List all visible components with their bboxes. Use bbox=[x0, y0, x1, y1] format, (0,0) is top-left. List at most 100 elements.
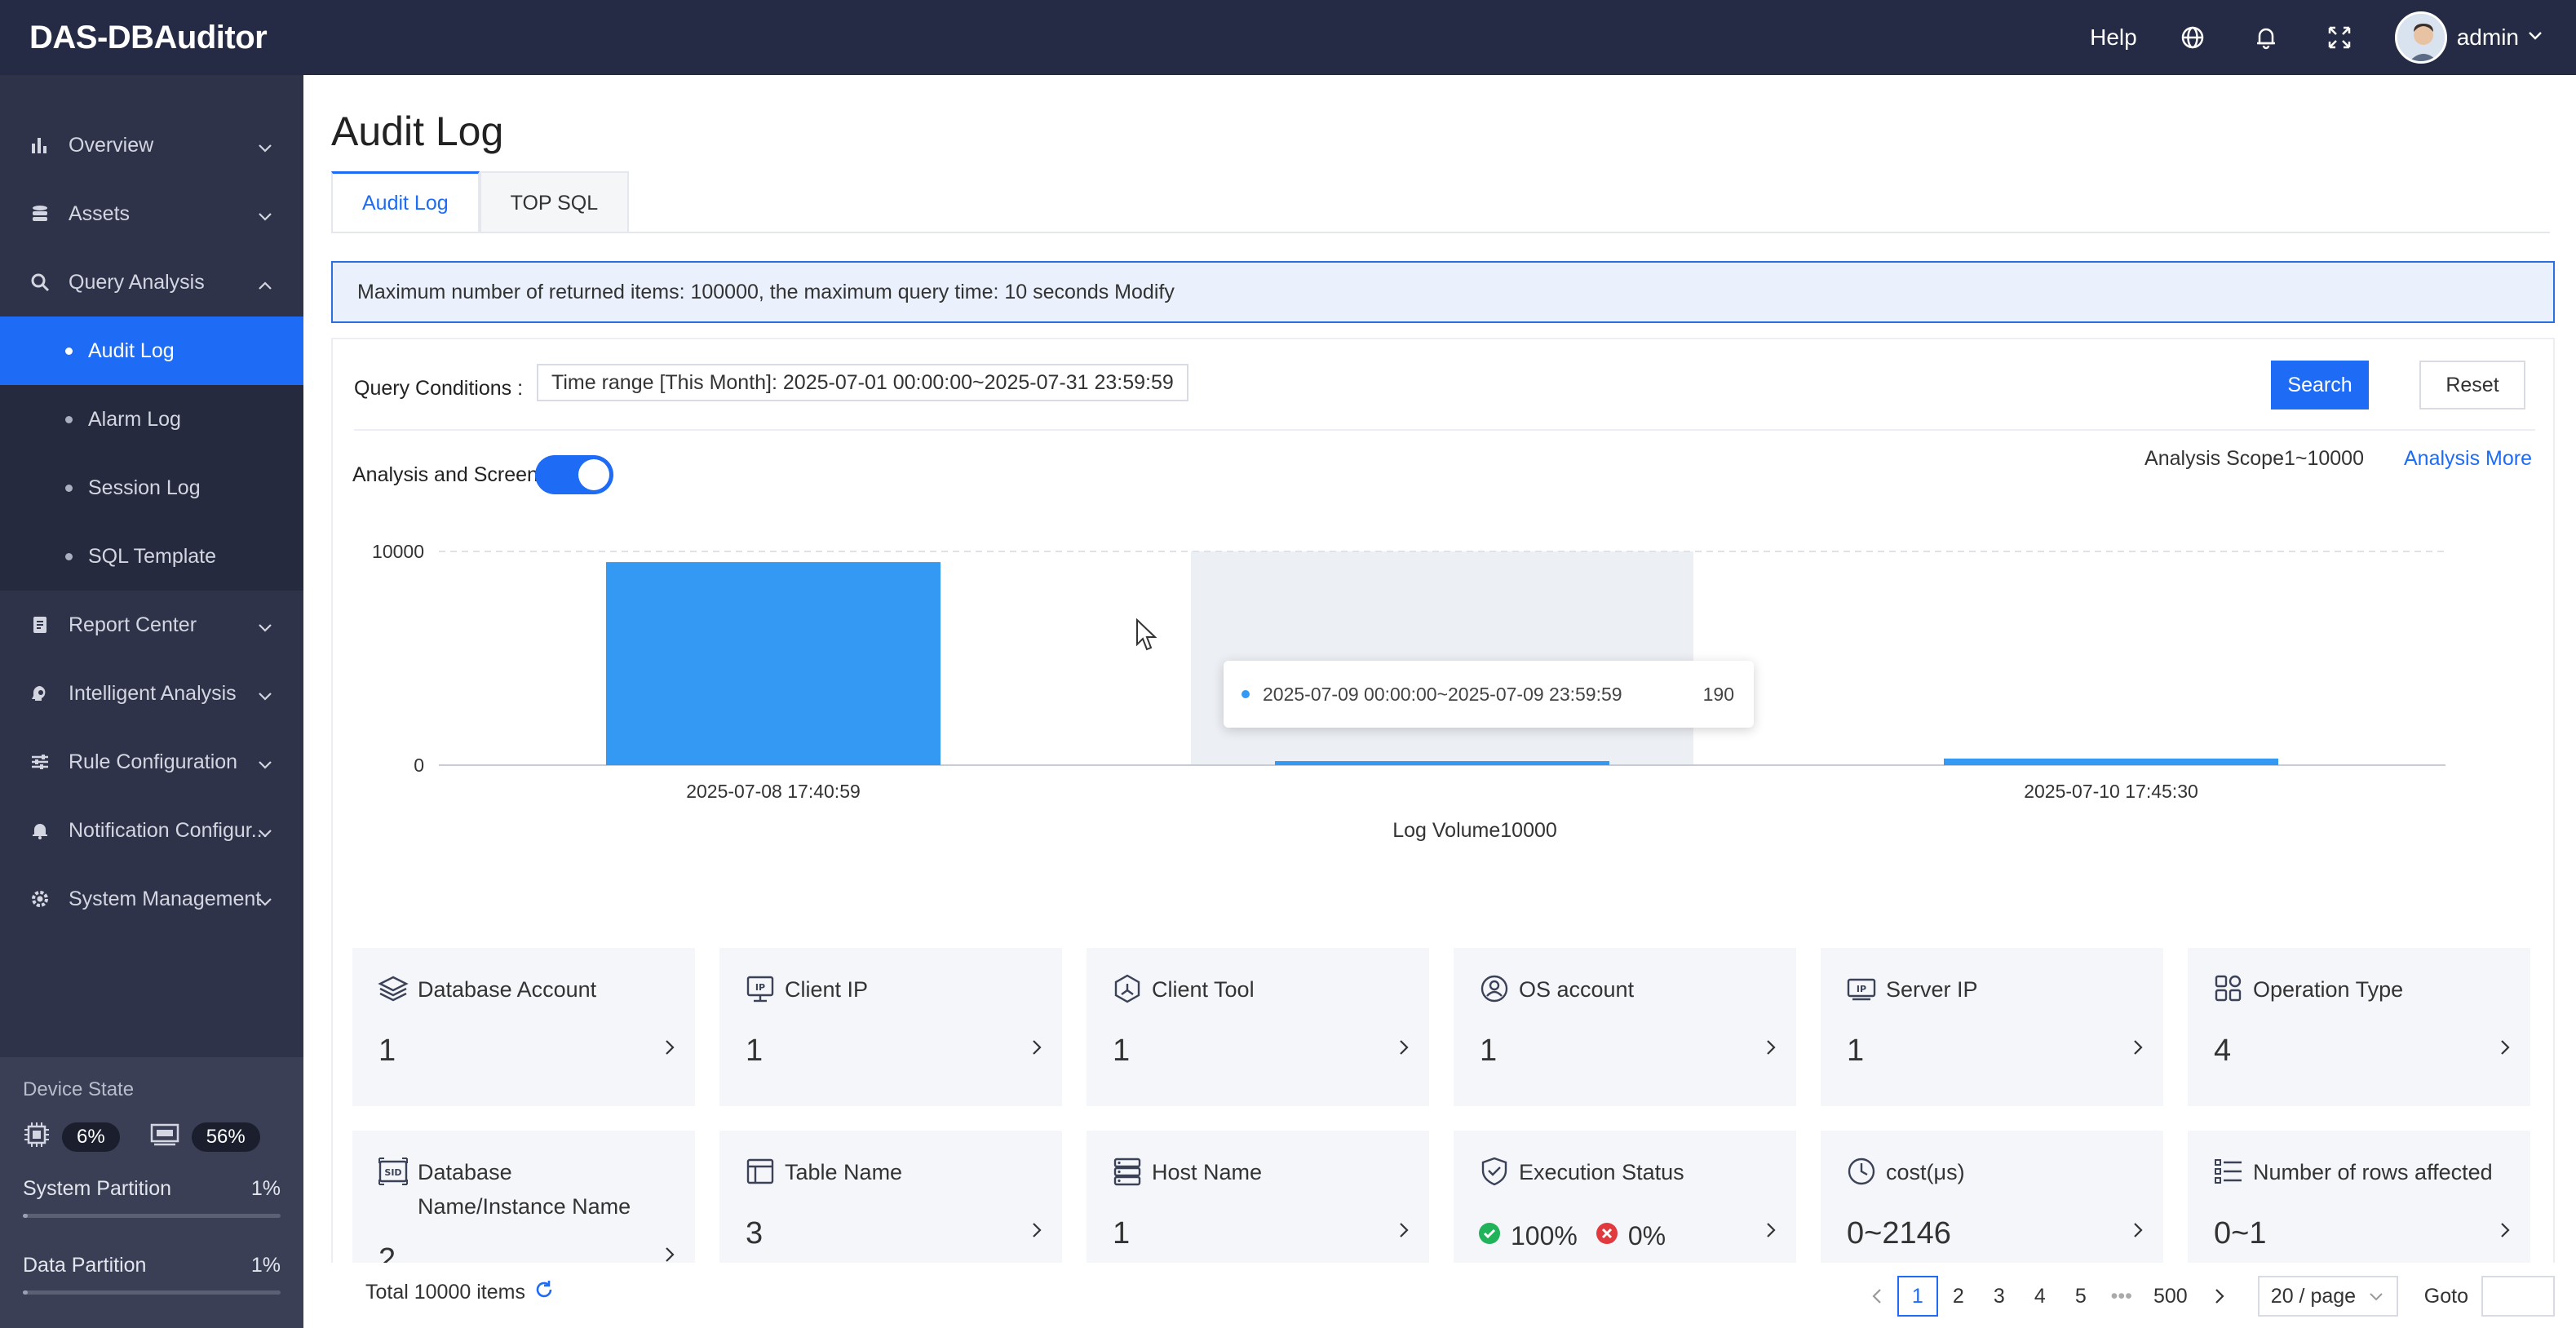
card-title: Number of rows affected bbox=[2253, 1160, 2493, 1184]
time-range-condition[interactable]: Time range [This Month]: 2025-07-01 00:0… bbox=[537, 364, 1188, 401]
cpu-chip-icon bbox=[23, 1121, 51, 1153]
sidebar-item-system-management[interactable]: System Management bbox=[0, 865, 303, 933]
page-ellipsis[interactable]: ••• bbox=[2101, 1276, 2142, 1317]
sidebar-item-notification-configuration[interactable]: Notification Configur... bbox=[0, 796, 303, 865]
chart-x-tick-label: 2025-07-10 17:45:30 bbox=[2024, 781, 2198, 802]
chevron-right-icon[interactable] bbox=[2132, 1221, 2144, 1243]
analysis-more-link[interactable]: Analysis More bbox=[2404, 447, 2532, 471]
chevron-right-icon[interactable] bbox=[1765, 1038, 1777, 1060]
page-4[interactable]: 4 bbox=[2020, 1276, 2060, 1317]
sid-icon: SID bbox=[377, 1155, 409, 1188]
reset-button[interactable]: Reset bbox=[2419, 361, 2525, 409]
pager: 1 2 3 4 5 ••• 500 20 / page Goto bbox=[1857, 1276, 2555, 1317]
globe-icon[interactable] bbox=[2175, 20, 2211, 55]
bell-icon[interactable] bbox=[2248, 20, 2284, 55]
chart-x-axis-label: Log Volume10000 bbox=[1392, 819, 1557, 842]
sidebar-item-intelligent-analysis[interactable]: Intelligent Analysis bbox=[0, 659, 303, 728]
tool-hexagon-icon bbox=[1111, 972, 1144, 1005]
sidebar-item-rule-configuration[interactable]: Rule Configuration bbox=[0, 728, 303, 796]
card-title: Table Name bbox=[785, 1160, 903, 1184]
next-page-icon[interactable] bbox=[2199, 1276, 2240, 1317]
page-3[interactable]: 3 bbox=[1979, 1276, 2020, 1317]
sidebar-item-assets[interactable]: Assets bbox=[0, 179, 303, 248]
page-size-select[interactable]: 20 / page bbox=[2257, 1276, 2398, 1317]
page-1[interactable]: 1 bbox=[1897, 1276, 1938, 1317]
chevron-down-icon bbox=[258, 752, 272, 776]
chevron-right-icon[interactable] bbox=[2499, 1038, 2511, 1060]
tab-audit-log[interactable]: Audit Log bbox=[331, 171, 480, 233]
card-title: Execution Status bbox=[1519, 1160, 1684, 1184]
list-rows-icon bbox=[2212, 1155, 2245, 1188]
tooltip-range: 2025-07-09 00:00:00~2025-07-09 23:59:59 bbox=[1263, 683, 1622, 705]
chevron-down-icon bbox=[258, 135, 272, 159]
card-title: cost(μs) bbox=[1886, 1160, 1965, 1184]
card-value: 3 bbox=[746, 1216, 764, 1251]
sidebar-item-overview[interactable]: Overview bbox=[0, 111, 303, 179]
analysis-scope: Analysis Scope1~10000 bbox=[2144, 447, 2364, 470]
fail-x-icon bbox=[1596, 1221, 1618, 1251]
user-name[interactable]: admin bbox=[2457, 24, 2519, 51]
chevron-right-icon[interactable] bbox=[1398, 1038, 1410, 1060]
data-partition-label: Data Partition bbox=[23, 1254, 147, 1277]
card-client-tool[interactable]: Client Tool 1 bbox=[1087, 948, 1429, 1106]
card-os-account[interactable]: OS account 1 bbox=[1454, 948, 1796, 1106]
tooltip-value: 190 bbox=[1702, 683, 1734, 705]
sidebar-item-sql-template[interactable]: SQL Template bbox=[0, 522, 303, 591]
query-conditions-label: Query Conditions : bbox=[354, 377, 524, 400]
page-size-value: 20 / page bbox=[2270, 1284, 2357, 1308]
page-5[interactable]: 5 bbox=[2060, 1276, 2101, 1317]
card-client-ip[interactable]: IP Client IP 1 bbox=[719, 948, 1062, 1106]
refresh-icon[interactable] bbox=[533, 1279, 555, 1306]
chevron-right-icon[interactable] bbox=[1031, 1038, 1042, 1060]
chart-bar bbox=[1944, 758, 2278, 765]
app-logo[interactable]: DAS-DBAuditor bbox=[29, 20, 268, 56]
chevron-down-icon[interactable] bbox=[2527, 30, 2543, 46]
divider bbox=[354, 429, 2535, 431]
limit-notice-text[interactable]: Maximum number of returned items: 100000… bbox=[357, 281, 1175, 304]
sidebar-item-label: Assets bbox=[69, 201, 131, 225]
card-title: Database Account bbox=[418, 977, 597, 1002]
search-button[interactable]: Search bbox=[2271, 361, 2369, 409]
tab-bar: Audit Log TOP SQL bbox=[331, 171, 630, 233]
avatar[interactable] bbox=[2394, 11, 2447, 64]
card-database-account[interactable]: Database Account 1 bbox=[352, 948, 695, 1106]
page-last[interactable]: 500 bbox=[2142, 1276, 2199, 1317]
execution-status-values: 100% 0% bbox=[1478, 1221, 1666, 1251]
page-2[interactable]: 2 bbox=[1938, 1276, 1979, 1317]
chevron-right-icon[interactable] bbox=[1031, 1221, 1042, 1243]
chevron-right-icon[interactable] bbox=[2499, 1221, 2511, 1243]
sidebar-item-session-log[interactable]: Session Log bbox=[0, 454, 303, 522]
brain-icon bbox=[29, 683, 51, 704]
clock-icon bbox=[1845, 1155, 1878, 1188]
tooltip-series-dot bbox=[1242, 690, 1250, 698]
sliders-icon bbox=[29, 751, 51, 772]
prev-page-icon[interactable] bbox=[1857, 1276, 1897, 1317]
help-link[interactable]: Help bbox=[2090, 24, 2137, 51]
fullscreen-icon[interactable] bbox=[2321, 20, 2357, 55]
sidebar-item-alarm-log[interactable]: Alarm Log bbox=[0, 385, 303, 454]
data-partition-bar bbox=[23, 1290, 281, 1295]
sidebar-item-label: Audit Log bbox=[88, 339, 175, 362]
card-value: 1 bbox=[1113, 1034, 1131, 1068]
card-value: 4 bbox=[2214, 1034, 2232, 1068]
sidebar-item-label: Rule Configuration bbox=[69, 750, 238, 773]
fail-rate: 0% bbox=[1627, 1221, 1666, 1251]
sidebar-item-audit-log[interactable]: Audit Log bbox=[0, 317, 303, 385]
top-right-actions: Help admin bbox=[2090, 0, 2543, 75]
sidebar-item-report-center[interactable]: Report Center bbox=[0, 591, 303, 659]
top-bar: DAS-DBAuditor Help admin bbox=[0, 0, 2576, 75]
chevron-right-icon[interactable] bbox=[2132, 1038, 2144, 1060]
mouse-cursor-icon bbox=[1135, 618, 1160, 657]
analysis-screen-toggle[interactable] bbox=[535, 455, 613, 494]
tab-top-sql[interactable]: TOP SQL bbox=[479, 171, 630, 233]
sidebar-item-label: Report Center bbox=[69, 613, 197, 636]
chevron-right-icon[interactable] bbox=[1765, 1221, 1777, 1243]
grid-shapes-icon bbox=[2212, 972, 2245, 1005]
card-operation-type[interactable]: Operation Type 4 bbox=[2188, 948, 2530, 1106]
sidebar-item-query-analysis[interactable]: Query Analysis bbox=[0, 248, 303, 317]
query-analysis-submenu: Audit Log Alarm Log Session Log SQL Temp… bbox=[0, 317, 303, 591]
chevron-right-icon[interactable] bbox=[664, 1038, 675, 1060]
card-server-ip[interactable]: IP Server IP 1 bbox=[1821, 948, 2163, 1106]
chevron-right-icon[interactable] bbox=[1398, 1221, 1410, 1243]
goto-input[interactable] bbox=[2481, 1276, 2555, 1317]
